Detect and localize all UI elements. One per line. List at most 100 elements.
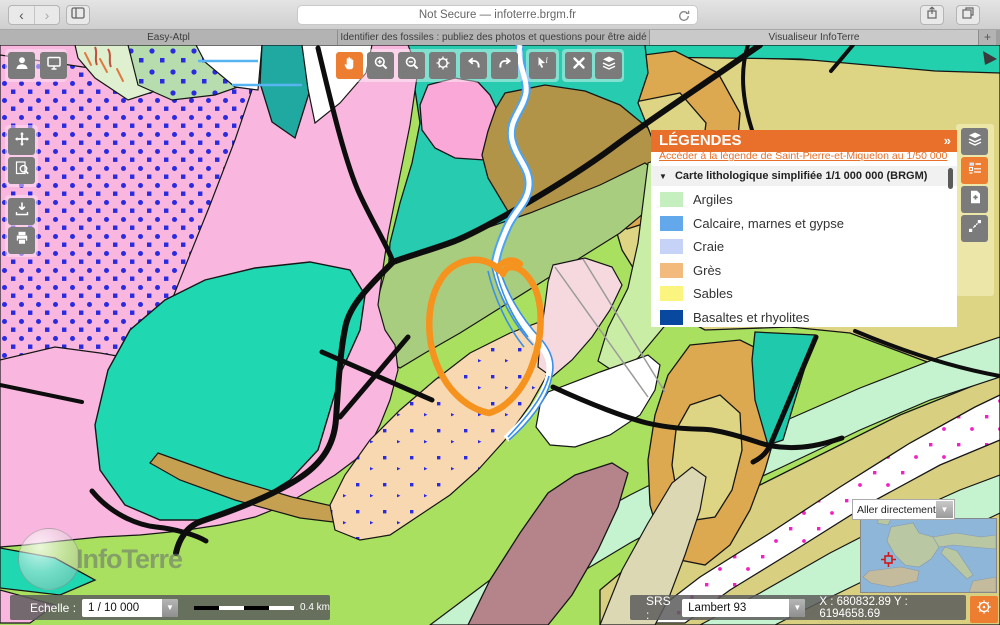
layer-manager-button[interactable] <box>961 128 988 155</box>
zoom-out-icon <box>404 55 420 76</box>
chevron-down-icon[interactable]: ▼ <box>936 501 953 518</box>
doc-search-icon <box>14 160 30 181</box>
legend-item: Basaltes et rhyolites <box>651 306 957 330</box>
legend-panel: LÉGENDES » Accéder à la légende de Saint… <box>651 130 957 327</box>
undo-button[interactable] <box>460 52 487 79</box>
goto-placeholder: Aller directement à... <box>853 504 936 516</box>
nav-buttons: ‹ › <box>8 5 60 25</box>
tools-button[interactable] <box>565 52 592 79</box>
legend-item: Grès <box>651 259 957 283</box>
legend-swatch <box>660 310 683 325</box>
share-button[interactable] <box>920 5 944 25</box>
download-button[interactable] <box>8 198 35 225</box>
overview-minimap[interactable] <box>860 518 997 593</box>
forward-button[interactable]: › <box>34 6 59 24</box>
scale-distance: 0.4 km <box>300 602 330 613</box>
tabs-icon <box>960 5 976 26</box>
chevron-down-icon[interactable]: ▼ <box>162 599 178 617</box>
legend-layer-title: Carte lithologique simplifiée 1/1 000 00… <box>675 170 927 182</box>
infoterre-logo: InfoTerre <box>18 528 182 590</box>
srs-select[interactable]: Lambert 93 ▼ <box>682 599 805 617</box>
doc-search-button[interactable] <box>8 157 35 184</box>
chevron-down-icon[interactable]: ▼ <box>789 599 805 617</box>
svg-text:i: i <box>545 56 548 65</box>
new-tab-button[interactable]: + <box>979 30 996 45</box>
srs-label: SRS : <box>646 594 676 622</box>
legend-list-icon <box>967 160 983 181</box>
tab-bar: Easy-Atpl Identifier des fossiles : publ… <box>0 30 1000 45</box>
screen-icon <box>46 55 62 76</box>
add-document-button[interactable] <box>961 186 988 213</box>
compass-button[interactable] <box>970 596 998 623</box>
redo-icon <box>497 55 513 76</box>
scale-select[interactable]: 1 / 10 000 ▼ <box>82 599 178 617</box>
identify-button[interactable]: i <box>529 52 556 79</box>
tab-easy-atpl[interactable]: Easy-Atpl <box>0 30 338 45</box>
infoterre-logo-text: InfoTerre <box>76 544 182 575</box>
tab-fossiles[interactable]: Identifier des fossiles : publiez des ph… <box>338 30 650 45</box>
measure-icon <box>967 218 983 239</box>
scale-label: Echelle : <box>30 601 76 615</box>
zoom-extent-icon <box>435 55 451 76</box>
legend-swatch <box>660 263 683 278</box>
legend-item-label: Calcaire, marnes et gypse <box>693 216 844 231</box>
chevron-down-icon: ▼ <box>659 172 667 181</box>
share-icon <box>924 5 940 26</box>
screen-button[interactable] <box>40 52 67 79</box>
tab-overview-button[interactable] <box>956 5 980 25</box>
back-button[interactable]: ‹ <box>9 6 34 24</box>
move-view-button[interactable] <box>8 128 35 155</box>
layers-icon <box>601 55 617 76</box>
print-button[interactable] <box>8 227 35 254</box>
reload-icon[interactable] <box>677 9 691 26</box>
pan-hand-icon <box>342 55 358 76</box>
legend-item: Sables <box>651 282 957 306</box>
redo-button[interactable] <box>491 52 518 79</box>
legend-swatch <box>660 216 683 231</box>
legend-item: Argiles <box>651 188 957 212</box>
cursor-coordinates: X : 680832.89 Y : 6194658.69 <box>819 596 966 620</box>
undo-icon <box>466 55 482 76</box>
layers-icon <box>967 131 983 152</box>
tools-icon <box>571 55 587 76</box>
doc-add-icon <box>967 189 983 210</box>
address-text: Not Secure — infoterre.brgm.fr <box>419 9 576 21</box>
browser-chrome: ‹ › Not Secure — infoterre.brgm.fr <box>0 0 1000 30</box>
tab-visualiseur-infoterre[interactable]: Visualiseur InfoTerre <box>650 30 979 45</box>
compass-icon <box>975 598 993 621</box>
zoom-in-icon <box>373 55 389 76</box>
legend-swatch <box>660 192 683 207</box>
legend-scrollbar[interactable] <box>948 168 953 189</box>
identify-pointer-icon: i <box>535 55 551 76</box>
move-icon <box>14 131 30 152</box>
sidebar-toggle-button[interactable] <box>66 5 90 25</box>
measure-select-button[interactable] <box>961 215 988 242</box>
zoom-out-button[interactable] <box>398 52 425 79</box>
legend-swatch <box>660 239 683 254</box>
legend-item-label: Craie <box>693 239 724 254</box>
zoom-extent-button[interactable] <box>429 52 456 79</box>
legend-collapse-icon[interactable]: » <box>944 130 949 152</box>
sidebar-icon <box>70 5 86 26</box>
pan-button[interactable] <box>336 52 363 79</box>
user-icon <box>14 55 30 76</box>
address-bar[interactable]: Not Secure — infoterre.brgm.fr <box>297 5 698 25</box>
legend-item-label: Basaltes et rhyolites <box>693 310 809 325</box>
layers-button[interactable] <box>595 52 622 79</box>
legend-layer-bar[interactable]: ▼ Carte lithologique simplifiée 1/1 000 … <box>651 166 957 186</box>
zoom-in-button[interactable] <box>367 52 394 79</box>
srs-bar: SRS : Lambert 93 ▼ X : 680832.89 Y : 619… <box>630 595 966 620</box>
legend-item-label: Argiles <box>693 192 733 207</box>
user-button[interactable] <box>8 52 35 79</box>
legend-panel-button[interactable] <box>961 157 988 184</box>
infoterre-globe-icon <box>18 528 80 590</box>
map-viewport[interactable]: i LÉGENDES » Accéder à la légende de Sai… <box>0 45 1000 625</box>
legend-items: Argiles Calcaire, marnes et gypse Craie … <box>651 188 957 329</box>
legend-header[interactable]: LÉGENDES » <box>651 130 957 152</box>
scale-ruler <box>194 606 294 610</box>
scale-bar: Echelle : 1 / 10 000 ▼ 0.4 km <box>10 595 330 620</box>
legend-item: Craie <box>651 235 957 259</box>
legend-item: Calcaire, marnes et gypse <box>651 212 957 236</box>
legend-link[interactable]: Accéder à la légende de Saint-Pierre-et-… <box>659 152 949 164</box>
goto-select[interactable]: Aller directement à... ▼ <box>852 499 955 520</box>
